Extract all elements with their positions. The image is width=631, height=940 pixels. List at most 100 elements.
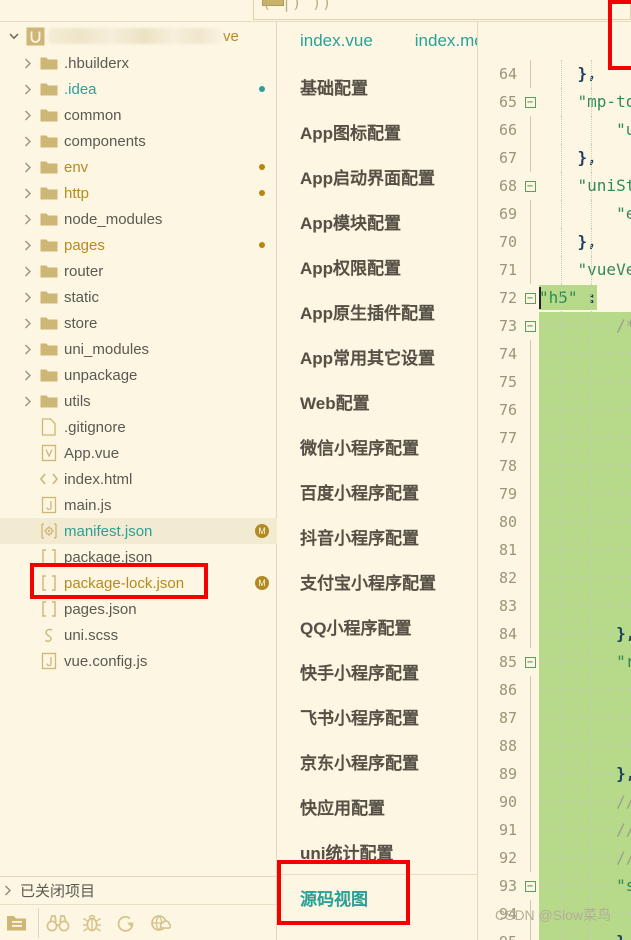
search-binoculars-icon[interactable] <box>41 906 75 940</box>
code-text[interactable]: ·········· <box>539 396 631 424</box>
code-line[interactable]: 84 ········}, <box>479 620 631 648</box>
fold-gutter[interactable] <box>521 340 539 368</box>
editor-tab[interactable]: index.vue <box>278 31 393 51</box>
code-line[interactable]: 70 }, <box>479 228 631 256</box>
code-text[interactable]: ········}, <box>539 620 631 648</box>
code-line[interactable]: 93−········"sc <box>479 872 631 900</box>
debug-bug-icon[interactable] <box>75 906 109 940</box>
tree-file-row[interactable]: pages.json <box>0 596 277 622</box>
code-line[interactable]: 66 "us <box>479 116 631 144</box>
fold-gutter[interactable]: − <box>521 292 539 304</box>
code-text[interactable]: "h5" : <box>539 284 631 312</box>
chevron-right-icon[interactable] <box>20 188 36 199</box>
manifest-nav-item[interactable]: QQ小程序配置 <box>278 604 477 649</box>
manifest-nav-item[interactable]: 支付宝小程序配置 <box>278 559 477 604</box>
fold-gutter[interactable]: − <box>521 656 539 668</box>
code-line[interactable]: 73−········/* <box>479 312 631 340</box>
fold-gutter[interactable] <box>521 844 539 872</box>
code-text[interactable]: ········"ro <box>539 648 631 676</box>
chevron-right-icon[interactable] <box>20 240 36 251</box>
tree-folder-row[interactable]: common <box>0 102 277 128</box>
fold-gutter[interactable] <box>521 452 539 480</box>
fold-gutter[interactable] <box>521 116 539 144</box>
manifest-nav-item[interactable]: 基础配置 <box>278 64 477 109</box>
code-text[interactable]: "uniSta <box>539 172 631 200</box>
manifest-nav-item[interactable]: 快应用配置 <box>278 784 477 829</box>
fold-gutter[interactable] <box>521 620 539 648</box>
chevron-right-icon[interactable] <box>0 885 16 896</box>
manifest-nav-list[interactable]: 基础配置 App图标配置 App启动界面配置 App模块配置 App权限配置 App原生插… <box>278 64 477 919</box>
manifest-nav-item[interactable]: 抖音小程序配置 <box>278 514 477 559</box>
fold-gutter[interactable] <box>521 788 539 816</box>
code-line[interactable]: 80 ·········· <box>479 508 631 536</box>
fold-collapse-icon[interactable]: − <box>524 292 536 304</box>
manifest-nav-item[interactable]: 微信小程序配置 <box>278 424 477 469</box>
tree-file-row[interactable]: uni.scss <box>0 622 277 648</box>
fold-gutter[interactable] <box>521 480 539 508</box>
manifest-nav-item[interactable]: 京东小程序配置 <box>278 739 477 784</box>
editor-tab[interactable]: index.module.js <box>393 31 477 51</box>
code-line[interactable]: 83 ·········· <box>479 592 631 620</box>
code-text[interactable]: ········}, <box>539 760 631 788</box>
fold-gutter[interactable] <box>521 200 539 228</box>
code-lines[interactable]: 64 },65− "mp-tou66 "us67 },68− "uniSta69… <box>479 60 631 940</box>
tree-folder-row[interactable]: components <box>0 128 277 154</box>
fold-gutter[interactable] <box>521 592 539 620</box>
code-text[interactable]: ········// <box>539 816 631 844</box>
manifest-nav-item[interactable]: App模块配置 <box>278 199 477 244</box>
manifest-nav-item[interactable]: App启动界面配置 <box>278 154 477 199</box>
tree-folder-row[interactable]: .idea <box>0 76 277 102</box>
tree-file-row[interactable]: index.html <box>0 466 277 492</box>
code-line[interactable]: 79 ·········· <box>479 480 631 508</box>
tree-folder-row[interactable]: store <box>0 310 277 336</box>
fold-gutter[interactable] <box>521 508 539 536</box>
tree-folder-row[interactable]: unpackage <box>0 362 277 388</box>
code-text[interactable]: ·········· <box>539 592 631 620</box>
tree-folder-row[interactable]: uni_modules <box>0 336 277 362</box>
fold-gutter[interactable] <box>521 564 539 592</box>
code-line[interactable]: 77 ·········· <box>479 424 631 452</box>
chevron-right-icon[interactable] <box>20 110 36 121</box>
code-text[interactable]: }, <box>539 60 631 88</box>
code-line[interactable]: 71 "vueVer <box>479 256 631 284</box>
manifest-nav-item[interactable]: App权限配置 <box>278 244 477 289</box>
tree-file-row[interactable]: vue.config.js <box>0 648 277 674</box>
manifest-nav-item[interactable]: App原生插件配置 <box>278 289 477 334</box>
chevron-right-icon[interactable] <box>20 396 36 407</box>
code-text[interactable]: ········// <box>539 844 631 872</box>
code-line[interactable]: 89 ········}, <box>479 760 631 788</box>
code-text[interactable]: ·········· <box>539 564 631 592</box>
chevron-right-icon[interactable] <box>20 84 36 95</box>
fold-gutter[interactable] <box>521 396 539 424</box>
code-line[interactable]: 78 ·········· <box>479 452 631 480</box>
code-text[interactable]: ········// <box>539 788 631 816</box>
manifest-nav-item[interactable]: App图标配置 <box>278 109 477 154</box>
fold-gutter[interactable] <box>521 732 539 760</box>
tree-folder-row[interactable]: utils <box>0 388 277 414</box>
code-text[interactable]: ·········· <box>539 732 631 760</box>
code-line[interactable]: 91 ········// <box>479 816 631 844</box>
fold-gutter[interactable] <box>521 676 539 704</box>
tree-folder-row[interactable]: .hbuilderx <box>0 50 277 76</box>
code-text[interactable]: ·········· <box>539 424 631 452</box>
code-line[interactable]: 74 ·········· <box>479 340 631 368</box>
manifest-nav-item[interactable]: 百度小程序配置 <box>278 469 477 514</box>
code-line[interactable]: 81 ·········· <box>479 536 631 564</box>
fold-gutter[interactable] <box>521 760 539 788</box>
fold-gutter[interactable] <box>521 228 539 256</box>
code-text[interactable]: ·········· <box>539 704 631 732</box>
fold-gutter[interactable]: − <box>521 320 539 332</box>
tree-folder-row[interactable]: router <box>0 258 277 284</box>
fold-collapse-icon[interactable]: − <box>524 320 536 332</box>
code-line[interactable]: 92 ········// <box>479 844 631 872</box>
code-line[interactable]: 87 ·········· <box>479 704 631 732</box>
code-line[interactable]: 69 "en <box>479 200 631 228</box>
project-explorer-icon[interactable] <box>0 906 34 940</box>
fold-gutter[interactable] <box>521 704 539 732</box>
fold-gutter[interactable] <box>521 368 539 396</box>
code-line[interactable]: 72− "h5" : <box>479 284 631 312</box>
code-text[interactable]: "vueVer <box>539 256 631 284</box>
code-line[interactable]: 64 }, <box>479 60 631 88</box>
code-line[interactable]: 95 ········}, <box>479 928 631 940</box>
tree-file-row[interactable]: App.vue <box>0 440 277 466</box>
